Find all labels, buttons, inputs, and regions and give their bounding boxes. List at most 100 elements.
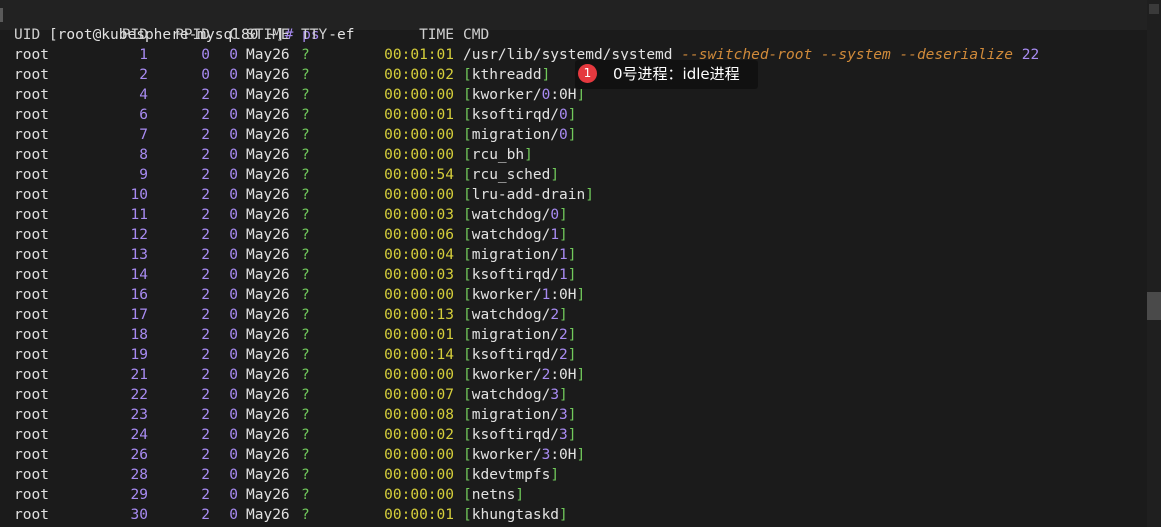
scrollbar-thumb[interactable] (1147, 292, 1161, 320)
cell-ppid: 2 (201, 427, 210, 443)
annotation-text: 0号进程：idle进程 (613, 65, 740, 83)
cmd-index: 2 (541, 367, 551, 383)
cell-cmd: [watchdog/2] (463, 305, 568, 325)
cell-uid: root (14, 247, 49, 263)
cmd-name: migration/ (471, 407, 560, 423)
cell-pid: 24 (130, 427, 148, 443)
cell-pid: 6 (139, 107, 148, 123)
cmd-name: watchdog/ (471, 227, 551, 243)
cell-time: 00:00:08 (384, 407, 454, 423)
cell-time: 00:00:00 (384, 127, 454, 143)
cell-uid: root (14, 127, 49, 143)
cell-c: 0 (229, 247, 238, 263)
cell-time: 00:00:02 (384, 427, 454, 443)
header-stime: STIME (246, 27, 290, 43)
cmd-bracket-open: [ (463, 307, 472, 323)
cell-time: 00:00:06 (384, 227, 454, 243)
cell-cmd: [kworker/2:0H] (463, 365, 585, 385)
cell-ppid: 2 (201, 367, 210, 383)
cell-tty: ? (301, 327, 310, 343)
cell-cmd: [rcu_bh] (463, 145, 533, 165)
cell-tty: ? (301, 147, 310, 163)
cell-cmd: [kworker/0:0H] (463, 85, 585, 105)
cell-tty: ? (301, 267, 310, 283)
cell-stime: May26 (246, 207, 290, 223)
cmd-bracket-open: [ (463, 287, 472, 303)
table-row: root 12 2 0 May26? 00:00:06 [watchdog/1] (14, 225, 1154, 245)
cmd-bracket-open: [ (463, 487, 472, 503)
cell-uid: root (14, 427, 49, 443)
table-header: UID PID PPID C STIME TTY TIME CMD (14, 25, 1154, 45)
cell-stime: May26 (246, 487, 290, 503)
cmd-tail: :0H (550, 287, 577, 303)
cmd-number: 22 (1021, 47, 1040, 63)
cell-stime: May26 (246, 247, 290, 263)
header-time: TIME (419, 27, 454, 43)
cell-time: 00:00:54 (384, 167, 454, 183)
cmd-bracket-open: [ (463, 147, 472, 163)
terminal-window[interactable]: [root@kubesphere-mysql80 ~]# ps -ef UID … (0, 0, 1161, 527)
annotation-badge: 1 (578, 64, 597, 83)
cell-c: 0 (229, 87, 238, 103)
cmd-index: 0 (550, 207, 560, 223)
cmd-bracket-close: ] (559, 227, 568, 243)
cell-ppid: 2 (201, 227, 210, 243)
cmd-name: kdevtmpfs (471, 467, 551, 483)
cell-cmd: [ksoftirqd/2] (463, 345, 577, 365)
cmd-bracket-open: [ (463, 327, 472, 343)
cell-cmd: [ksoftirqd/1] (463, 265, 577, 285)
cmd-index: 2 (559, 327, 568, 343)
cmd-bracket-close: ] (559, 387, 568, 403)
cell-time: 00:00:00 (384, 487, 454, 503)
table-row: root 11 2 0 May26? 00:00:03 [watchdog/0] (14, 205, 1154, 225)
cell-stime: May26 (246, 407, 290, 423)
cmd-name: ksoftirqd/ (471, 347, 560, 363)
cell-ppid: 2 (201, 287, 210, 303)
cell-time: 00:00:07 (384, 387, 454, 403)
cell-time: 00:00:01 (384, 327, 454, 343)
cmd-bracket-close: ] (576, 87, 586, 103)
cell-c: 0 (229, 327, 238, 343)
cell-stime: May26 (246, 427, 290, 443)
cmd-bracket-open: [ (463, 467, 472, 483)
cell-pid: 2 (139, 67, 148, 83)
cmd-name: migration/ (471, 127, 560, 143)
cell-tty: ? (301, 307, 310, 323)
cmd-bracket-close: ] (567, 107, 577, 123)
cell-time: 00:00:00 (384, 87, 454, 103)
cell-uid: root (14, 227, 49, 243)
cell-stime: May26 (246, 327, 290, 343)
cell-time: 00:00:00 (384, 467, 454, 483)
cell-pid: 13 (130, 247, 148, 263)
cmd-name: rcu_sched (471, 167, 551, 183)
cell-stime: May26 (246, 347, 290, 363)
cell-tty: ? (301, 187, 310, 203)
cell-time: 00:00:00 (384, 447, 454, 463)
cell-time: 00:00:01 (384, 507, 454, 523)
cell-tty: ? (301, 287, 310, 303)
cmd-index: 0 (541, 87, 551, 103)
vertical-scrollbar[interactable] (1147, 0, 1161, 527)
cmd-name: migration/ (471, 327, 560, 343)
cmd-bracket-close: ] (524, 147, 533, 163)
cell-uid: root (14, 47, 49, 63)
cmd-index: 3 (550, 387, 560, 403)
cell-cmd: [migration/1] (463, 245, 577, 265)
table-row: root 22 2 0 May26? 00:00:07 [watchdog/3] (14, 385, 1154, 405)
scroll-up-arrow-icon[interactable] (1149, 4, 1159, 14)
cell-stime: May26 (246, 187, 290, 203)
cell-stime: May26 (246, 147, 290, 163)
cell-c: 0 (229, 447, 238, 463)
cmd-tail: :0H (550, 87, 577, 103)
cmd-name: kworker/ (471, 287, 542, 303)
cell-ppid: 2 (201, 347, 210, 363)
header-cmd: CMD (463, 27, 490, 43)
cell-cmd: [lru-add-drain] (463, 185, 594, 205)
table-row: root 19 2 0 May26? 00:00:14 [ksoftirqd/2] (14, 345, 1154, 365)
cell-tty: ? (301, 447, 310, 463)
cell-c: 0 (229, 207, 238, 223)
cell-time: 00:00:01 (384, 107, 454, 123)
cmd-name: kthreadd (471, 67, 542, 83)
cell-ppid: 2 (201, 107, 210, 123)
cmd-index: 3 (541, 447, 551, 463)
